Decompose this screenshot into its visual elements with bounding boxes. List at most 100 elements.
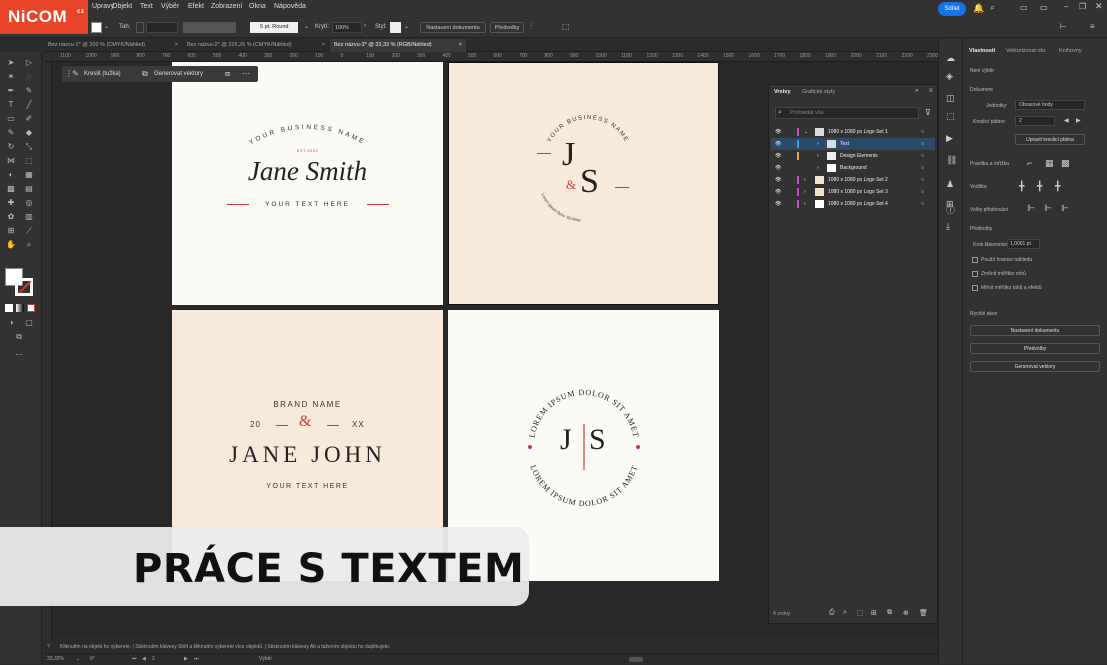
prev-artboard-icon[interactable]: ◀ [1064, 117, 1069, 124]
collect-icon[interactable]: ⧉ [887, 609, 892, 617]
tab-libraries[interactable]: Knihovny [1059, 48, 1082, 54]
layer-row[interactable]: 👁 ⌄ 1080 x 1080 px Logo Set 1 ○ [771, 126, 935, 138]
artboard-select[interactable]: 2 [1015, 116, 1055, 126]
eyedropper-icon[interactable]: ✚ [6, 198, 16, 208]
artboard-logo-2[interactable]: YOUR BUSINESS NAME Lorem ipsum Dolor Sit… [448, 62, 719, 305]
none-mode-icon[interactable] [27, 304, 35, 312]
search-icon[interactable]: ⌕ [990, 2, 995, 13]
snap-point-icon[interactable]: ⊩ [1027, 203, 1035, 214]
target-icon[interactable]: ○ [921, 138, 924, 150]
screen-mode-icon[interactable]: ▢ [24, 318, 34, 328]
eye-icon[interactable]: 👁 [775, 162, 781, 174]
layer-row[interactable]: 👁 › Background ○ [771, 162, 935, 174]
opacity-input[interactable]: 100% [332, 22, 362, 33]
artboard-number[interactable]: 2 [152, 654, 155, 665]
mesh-tool-icon[interactable]: ▩ [6, 184, 16, 194]
chevron-right-icon[interactable]: › [817, 162, 819, 174]
eye-icon[interactable]: 👁 [775, 150, 781, 162]
draw-mode-icon[interactable]: ◑ [6, 318, 16, 328]
gradient-mode-icon[interactable] [16, 304, 24, 312]
doc-tab-2[interactable]: Bez názvu-2* @ 226,26 % (CMYK/Náhled) × [183, 39, 329, 52]
lasso-icon[interactable]: ◌ [24, 72, 34, 82]
next-artboard-icon[interactable]: ▶ [1076, 117, 1081, 124]
layer-search-input[interactable]: Prohledat vše [775, 107, 919, 119]
eye-icon[interactable]: 👁 [775, 186, 781, 198]
libraries-icon[interactable]: ☁ [946, 53, 955, 64]
target-icon[interactable]: ○ [921, 186, 924, 198]
chevron-down-icon[interactable]: ⌄ [76, 654, 80, 665]
transform-icon[interactable]: ⬚ [562, 22, 570, 31]
chevron-right-icon[interactable]: › [817, 138, 819, 150]
target-icon[interactable]: ○ [921, 198, 924, 210]
last-artboard-icon[interactable]: ⏭ [194, 654, 199, 665]
chevron-right-icon[interactable]: › [804, 174, 806, 186]
info-icon[interactable]: ⓘ [946, 203, 955, 216]
doc-tab-3[interactable]: Bez názvu-3* @ 33,33 % (RGB/Náhled) × [330, 39, 466, 52]
generate-vectors-button[interactable]: Generovat vektory [154, 66, 203, 82]
color-icon[interactable]: ◈ [946, 71, 953, 82]
layers-icon[interactable]: ◫ [946, 93, 955, 104]
edit-artboards-button[interactable]: Upravit kreslicí plátna [1015, 134, 1085, 145]
fill-swatch[interactable] [91, 22, 102, 33]
eye-icon[interactable]: 👁 [775, 126, 781, 138]
arrange-icon[interactable]: ▭ [1040, 3, 1048, 12]
locate-icon[interactable]: ⌕ [843, 609, 847, 617]
collapse-icon[interactable]: » [915, 88, 918, 94]
play-icon[interactable]: ▶ [946, 133, 953, 144]
stroke-weight-input[interactable] [146, 22, 178, 33]
chevron-down-icon[interactable]: ⌄ [304, 23, 309, 30]
menu-object[interactable]: Objekt [112, 3, 132, 10]
chevron-right-icon[interactable]: › [364, 23, 366, 29]
layer-row[interactable]: 👁 › 1080 x 1080 px Logo Set 4 ○ [771, 198, 935, 210]
close-icon[interactable]: × [322, 39, 325, 52]
export-icon[interactable]: ⎙ [829, 609, 835, 617]
document-setup-button[interactable]: Nastavení dokumentu [970, 325, 1100, 336]
pen-tool-icon[interactable]: ✒ [6, 86, 16, 96]
eraser-tool-icon[interactable]: ◆ [24, 128, 34, 138]
magic-wand-icon[interactable]: ✶ [6, 72, 16, 82]
close-icon[interactable]: ✕ [1095, 1, 1103, 12]
layer-row[interactable]: 👁 › 1080 x 1080 px Logo Set 2 ○ [771, 174, 935, 186]
ruler-icon[interactable]: ⌐ [1027, 158, 1032, 168]
menu-text[interactable]: Text [140, 3, 153, 10]
pin-icon[interactable]: ⧈ [225, 66, 230, 82]
checkbox-scale-corners[interactable] [972, 271, 978, 277]
clip-icon[interactable]: ⬚ [857, 609, 864, 617]
align-icon[interactable]: ⫶ [530, 22, 532, 32]
tab-vectorize[interactable]: Vektorizovat obr. [1006, 48, 1047, 54]
tab-layers[interactable]: Vrstvy [774, 89, 791, 95]
checkbox-scale-strokes[interactable] [972, 285, 978, 291]
target-icon[interactable]: ○ [921, 162, 924, 174]
layer-row[interactable]: 👁 › 1080 x 1080 px Logo Set 3 ○ [771, 186, 935, 198]
artboard-tool-icon[interactable]: ⊞ [6, 226, 16, 236]
menu-view[interactable]: Zobrazení [211, 3, 243, 10]
snap-glyph-icon[interactable]: ⊩ [1061, 203, 1069, 214]
more-tools-icon[interactable]: ⋯ [14, 350, 24, 360]
perspective-icon[interactable]: ▦ [24, 170, 34, 180]
arrange-documents-icon[interactable]: ⊢ [1060, 22, 1067, 31]
new-layer-icon[interactable]: ⊕ [903, 609, 909, 617]
shaper-tool-icon[interactable]: ✎ [6, 128, 16, 138]
variable-width-profile[interactable] [183, 22, 236, 33]
gradient-tool-icon[interactable]: ▤ [24, 184, 34, 194]
panel-menu-icon[interactable]: ≡ [1090, 22, 1095, 31]
color-mode-icon[interactable] [5, 304, 13, 312]
stroke-color-icon[interactable] [15, 278, 33, 296]
curvature-icon[interactable]: ✎ [24, 86, 34, 96]
chevron-right-icon[interactable]: › [804, 186, 806, 198]
checkbox-preview-bounds[interactable] [972, 257, 978, 263]
layer-row[interactable]: 👁 › Design Elements ○ [771, 150, 935, 162]
more-icon[interactable]: ⋯ [242, 66, 250, 82]
target-icon[interactable]: ○ [921, 174, 924, 186]
eye-icon[interactable]: 👁 [775, 174, 781, 186]
lock-guides-icon[interactable]: ╋ [1055, 181, 1060, 192]
blend-tool-icon[interactable]: ◎ [24, 198, 34, 208]
screen-mode-icon[interactable]: ⧉ [14, 332, 24, 342]
direct-selection-icon[interactable]: ▷ [24, 58, 34, 68]
horizontal-scrollbar[interactable] [629, 657, 643, 662]
menu-window[interactable]: Okna [249, 3, 266, 10]
symbol-sprayer-icon[interactable]: ✿ [6, 212, 16, 222]
zoom-tool-icon[interactable]: ⌕ [24, 240, 34, 250]
close-icon[interactable]: × [175, 39, 178, 52]
style-swatch[interactable] [390, 22, 401, 33]
